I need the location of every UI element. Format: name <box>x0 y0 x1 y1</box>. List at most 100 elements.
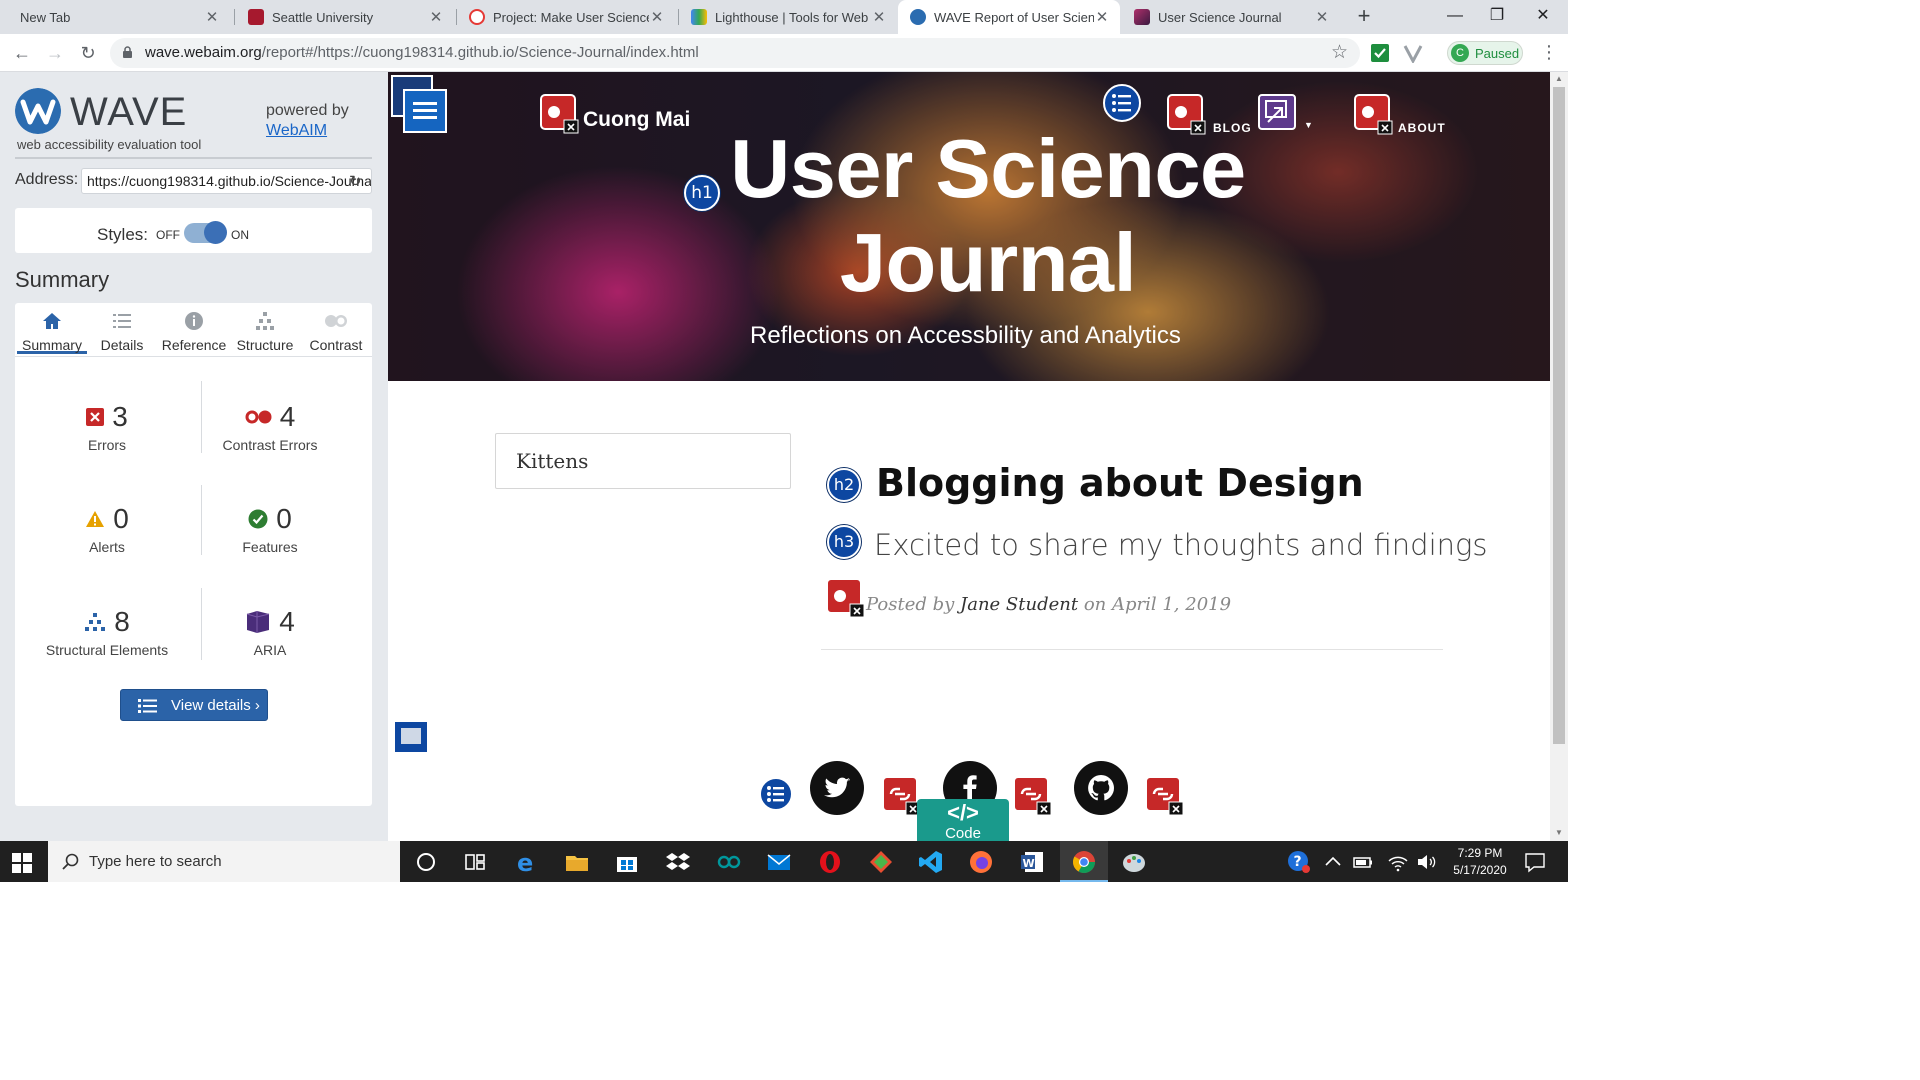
checkmark-extension-icon[interactable] <box>1370 43 1390 63</box>
edge-icon[interactable]: e <box>513 849 539 875</box>
post-title[interactable]: Blogging about Design <box>876 461 1364 505</box>
webaim-link[interactable]: WebAIM <box>266 122 327 140</box>
chevron-up-icon[interactable] <box>1320 849 1346 875</box>
new-tab-button[interactable]: + <box>1352 5 1376 29</box>
stat-alerts[interactable]: 0 Alerts <box>32 503 182 555</box>
nav-about[interactable]: ABOUT <box>1398 121 1446 135</box>
scrollbar-thumb[interactable] <box>1553 87 1565 744</box>
tab-project[interactable]: Project: Make User Science J ✕ <box>457 0 675 34</box>
profile-button[interactable]: C Paused <box>1447 41 1523 65</box>
wave-list-icon[interactable] <box>758 776 794 812</box>
reload-button[interactable]: ↻ <box>75 40 101 66</box>
wave-list-icon[interactable] <box>1102 83 1142 123</box>
tab-new-tab[interactable]: New Tab ✕ <box>8 0 230 34</box>
alert-icon <box>86 511 105 527</box>
aria-cube-icon <box>247 611 270 633</box>
tab-details[interactable]: Details <box>87 303 157 354</box>
word-icon[interactable]: W <box>1019 849 1045 875</box>
refresh-icon[interactable]: ↻ <box>349 172 362 190</box>
author-name[interactable]: Jane Student <box>960 594 1078 615</box>
paint-icon[interactable] <box>1121 849 1147 875</box>
arduino-icon[interactable] <box>716 849 742 875</box>
firefox-icon[interactable] <box>968 849 994 875</box>
help-notification-icon[interactable]: ? <box>1286 849 1312 875</box>
taskbar-search-input[interactable]: Type here to search <box>48 841 400 882</box>
tab-title: User Science Journal <box>1158 9 1282 25</box>
nav-blog[interactable]: BLOG <box>1213 121 1252 135</box>
mail-icon[interactable] <box>766 849 792 875</box>
stat-errors[interactable]: 3 Errors <box>32 401 182 453</box>
wave-structure-icon[interactable] <box>393 720 429 758</box>
volume-icon[interactable] <box>1414 849 1440 875</box>
scroll-down-icon[interactable]: ▼ <box>1553 828 1565 837</box>
action-center-icon[interactable] <box>1522 849 1548 875</box>
contrast-error-icon <box>245 410 272 424</box>
cortana-icon[interactable] <box>413 849 439 875</box>
twitter-link[interactable] <box>810 761 864 815</box>
close-icon[interactable]: ✕ <box>204 8 220 26</box>
tab-structure[interactable]: Structure <box>230 303 300 354</box>
stat-aria[interactable]: 4 ARIA <box>195 606 345 658</box>
close-icon[interactable]: ✕ <box>1094 8 1110 26</box>
wave-error-link-icon[interactable] <box>882 776 922 816</box>
tab-contrast[interactable]: Contrast <box>301 303 371 354</box>
tab-summary[interactable]: Summary <box>17 303 87 354</box>
structure-icon <box>256 312 274 330</box>
vscode-icon[interactable] <box>918 849 944 875</box>
close-icon[interactable]: ✕ <box>1314 8 1330 26</box>
minimize-button[interactable]: — <box>1432 2 1478 30</box>
wave-error-link-icon[interactable] <box>1354 94 1394 136</box>
stat-features[interactable]: 0 Features <box>195 503 345 555</box>
tab-user-science-journal[interactable]: User Science Journal ✕ <box>1122 0 1340 34</box>
view-details-button[interactable]: View details › <box>120 689 268 721</box>
wave-extension-icon[interactable] <box>1403 43 1423 63</box>
opera-icon[interactable] <box>817 849 843 875</box>
system-clock[interactable]: 7:29 PM 5/17/2020 <box>1442 845 1518 879</box>
scroll-up-icon[interactable]: ▲ <box>1553 74 1565 83</box>
store-icon[interactable] <box>614 849 640 875</box>
windows-start-icon[interactable] <box>12 853 32 873</box>
heading-h1-icon[interactable]: h1 <box>684 175 720 211</box>
site-brand[interactable]: Cuong Mai <box>583 108 690 132</box>
restore-button[interactable]: ❐ <box>1474 2 1520 30</box>
wave-logo-icon <box>15 88 61 134</box>
wifi-icon[interactable] <box>1385 849 1411 875</box>
forward-button[interactable]: → <box>42 40 68 66</box>
bookmark-star-icon[interactable]: ☆ <box>1331 41 1348 64</box>
lock-icon <box>123 46 132 58</box>
address-input[interactable]: https://cuong198314.github.io/Science-Jo… <box>81 168 372 194</box>
close-icon[interactable]: ✕ <box>428 8 444 26</box>
back-button[interactable]: ← <box>9 40 35 66</box>
close-icon[interactable]: ✕ <box>649 8 665 26</box>
dropbox-icon[interactable] <box>665 849 691 875</box>
git-kraken-icon[interactable] <box>868 849 894 875</box>
file-explorer-icon[interactable] <box>564 849 590 875</box>
styles-toggle[interactable] <box>184 221 227 244</box>
windows-taskbar: Type here to search e W ? 7:29 PM 5/17/2… <box>0 841 1568 882</box>
wave-error-link-icon[interactable] <box>540 94 580 134</box>
close-window-button[interactable]: ✕ <box>1520 2 1566 30</box>
wave-structure-icon[interactable] <box>390 74 450 136</box>
close-icon[interactable]: ✕ <box>871 8 887 26</box>
wave-error-link-icon[interactable] <box>826 578 866 618</box>
stat-structural[interactable]: 8 Structural Elements <box>32 606 182 658</box>
tab-reference[interactable]: Reference <box>158 303 230 354</box>
url-bar[interactable]: wave.webaim.org/report#/https://cuong198… <box>110 38 1360 68</box>
chrome-icon[interactable] <box>1071 849 1097 875</box>
github-link[interactable] <box>1074 761 1128 815</box>
task-view-icon[interactable] <box>462 849 488 875</box>
tab-lighthouse[interactable]: Lighthouse | Tools for Web ✕ <box>679 0 897 34</box>
wave-error-link-icon[interactable] <box>1167 94 1207 136</box>
battery-icon[interactable] <box>1350 849 1376 875</box>
code-toggle-button[interactable]: </> Code <box>917 799 1009 841</box>
wave-error-link-icon[interactable] <box>1145 776 1185 816</box>
heading-h3-icon[interactable]: h3 <box>827 525 861 559</box>
browser-menu-icon[interactable]: ⋮ <box>1540 42 1558 63</box>
sidebar-search-widget[interactable]: Kittens <box>495 433 791 489</box>
heading-h2-icon[interactable]: h2 <box>827 468 861 502</box>
tab-seattle-university[interactable]: Seattle University ✕ <box>236 0 454 34</box>
wave-aria-popup-icon[interactable] <box>1258 94 1298 132</box>
tab-wave-report[interactable]: WAVE Report of User Science ✕ <box>898 0 1120 34</box>
stat-contrast-errors[interactable]: 4 Contrast Errors <box>195 401 345 453</box>
wave-error-link-icon[interactable] <box>1013 776 1053 816</box>
